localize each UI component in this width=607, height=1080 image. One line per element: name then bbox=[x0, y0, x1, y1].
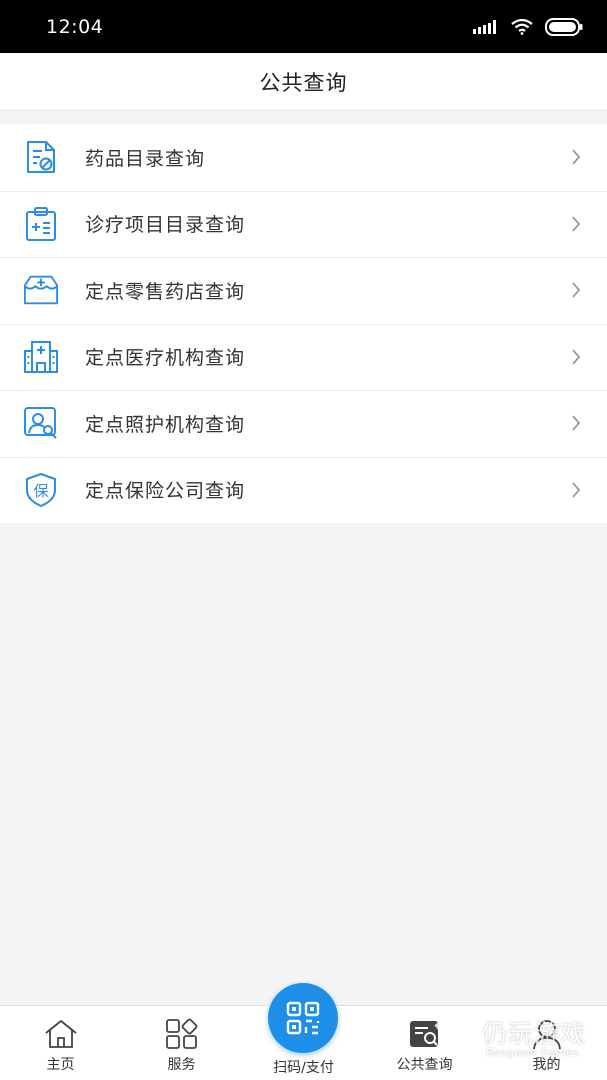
signal-icon bbox=[473, 19, 496, 34]
drug-catalog-icon bbox=[23, 139, 59, 175]
query-item-label: 定点零售药店查询 bbox=[85, 280, 246, 303]
chevron-right-icon bbox=[572, 149, 581, 165]
query-item-label: 定点保险公司查询 bbox=[85, 480, 246, 503]
tab-label: 扫码/支付 bbox=[273, 1060, 334, 1076]
query-item-label: 定点医疗机构查询 bbox=[85, 347, 246, 370]
tab-public-query[interactable]: 公共查询 bbox=[364, 1006, 485, 1080]
tab-mine[interactable]: 我的 bbox=[486, 1006, 607, 1080]
query-item-insurance-company[interactable]: 保 定点保险公司查询 bbox=[0, 456, 607, 524]
query-list: 药品目录查询 诊疗项目目录查询 定点零售药店查询 定点医疗机构查询 定点照护机构… bbox=[0, 124, 607, 523]
status-icons bbox=[473, 17, 583, 36]
chevron-right-icon bbox=[572, 282, 581, 298]
battery-icon bbox=[545, 17, 583, 36]
pharmacy-box-icon bbox=[23, 272, 59, 308]
grid-icon bbox=[165, 1017, 199, 1051]
chevron-right-icon bbox=[572, 216, 581, 232]
query-item-retail-pharmacy[interactable]: 定点零售药店查询 bbox=[0, 257, 607, 324]
screen: 12:04 公共查询 药品目录查询 诊疗项目目录查询 定点零售药店查询 定点医疗… bbox=[0, 0, 607, 1080]
qr-code-icon bbox=[286, 1001, 320, 1035]
status-time: 12:04 bbox=[46, 15, 104, 38]
tab-home[interactable]: 主页 bbox=[0, 1006, 121, 1080]
user-icon bbox=[531, 1017, 563, 1051]
chevron-right-icon bbox=[572, 415, 581, 431]
query-item-care-institution[interactable]: 定点照护机构查询 bbox=[0, 390, 607, 457]
insurance-shield-icon: 保 bbox=[23, 472, 59, 508]
clipboard-medical-icon bbox=[23, 206, 59, 242]
query-item-label: 药品目录查询 bbox=[85, 147, 206, 170]
query-item-label: 定点照护机构查询 bbox=[85, 413, 246, 436]
care-person-search-icon bbox=[23, 405, 59, 441]
scan-pay-button[interactable] bbox=[268, 983, 338, 1053]
tab-label: 我的 bbox=[532, 1057, 561, 1073]
chevron-right-icon bbox=[572, 349, 581, 365]
query-item-treatment-catalog[interactable]: 诊疗项目目录查询 bbox=[0, 190, 607, 258]
chevron-right-icon bbox=[572, 482, 581, 498]
query-item-medical-institution[interactable]: 定点医疗机构查询 bbox=[0, 323, 607, 391]
status-bar: 12:04 bbox=[0, 0, 607, 53]
query-item-label: 诊疗项目目录查询 bbox=[85, 214, 246, 237]
query-item-drug-catalog[interactable]: 药品目录查询 bbox=[0, 124, 607, 191]
wifi-icon bbox=[511, 18, 533, 35]
document-search-icon bbox=[408, 1017, 442, 1051]
page-title: 公共查询 bbox=[259, 70, 348, 95]
tab-services[interactable]: 服务 bbox=[121, 1006, 242, 1080]
tab-label: 主页 bbox=[46, 1057, 75, 1073]
header: 公共查询 bbox=[0, 53, 607, 111]
tab-label: 公共查询 bbox=[396, 1057, 453, 1073]
svg-text:保: 保 bbox=[33, 482, 48, 500]
hospital-building-icon bbox=[23, 339, 59, 375]
tab-label: 服务 bbox=[167, 1057, 196, 1073]
home-icon bbox=[44, 1017, 78, 1051]
